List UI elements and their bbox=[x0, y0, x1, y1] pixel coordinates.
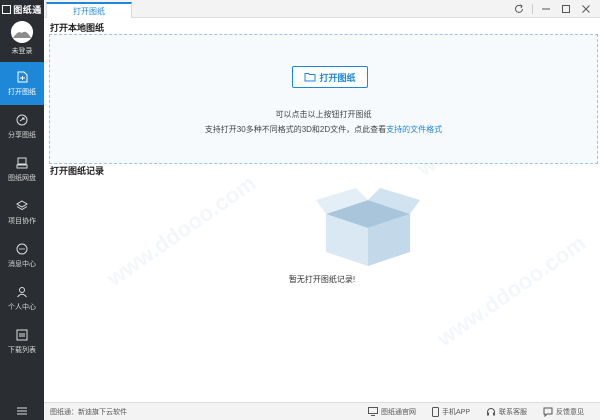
empty-box-illustration bbox=[316, 188, 420, 266]
open-drawing-button[interactable]: 打开图纸 bbox=[292, 66, 368, 88]
refresh-icon bbox=[515, 4, 523, 13]
refresh-button[interactable] bbox=[509, 2, 529, 16]
headset-icon bbox=[487, 407, 495, 415]
sidebar-item-label: 打开图纸 bbox=[8, 88, 36, 96]
maximize-button[interactable] bbox=[556, 2, 576, 16]
sidebar-item-label: 图纸网盘 bbox=[8, 174, 36, 182]
mobile-app-link[interactable]: 手机APP bbox=[431, 406, 470, 417]
sidebar-item-project-collab[interactable]: 项目协作 bbox=[0, 191, 44, 234]
sidebar-item-downloads[interactable]: 下载列表 bbox=[0, 320, 44, 363]
share-icon bbox=[16, 114, 28, 125]
monitor-icon bbox=[367, 407, 378, 416]
sidebar-item-label: 分享图纸 bbox=[8, 131, 36, 139]
folder-icon bbox=[304, 73, 316, 82]
sidebar-item-open-drawing[interactable]: 打开图纸 bbox=[0, 62, 44, 105]
hamburger-menu-icon bbox=[17, 407, 27, 415]
status-company-text: 图纸通：新迪旗下云软件 bbox=[50, 408, 127, 416]
close-button[interactable] bbox=[576, 2, 596, 16]
tab-bar: 打开图纸 bbox=[44, 0, 600, 18]
recent-drawings-title: 打开图纸记录 bbox=[50, 166, 105, 176]
logo-text: 图纸通 bbox=[13, 4, 42, 15]
tab-open-drawing[interactable]: 打开图纸 bbox=[46, 2, 132, 18]
status-bar: 图纸通：新迪旗下云软件 图纸通官网 手机APP 联系客服 反馈意见 bbox=[44, 402, 600, 420]
feedback-link[interactable]: 反馈意见 bbox=[543, 407, 584, 417]
local-drawings-title: 打开本地图纸 bbox=[50, 23, 105, 33]
website-link-label: 图纸通官网 bbox=[380, 408, 416, 416]
maximize-icon bbox=[562, 5, 570, 13]
logo-icon bbox=[2, 4, 12, 14]
mobile-app-link-label: 手机APP bbox=[441, 408, 470, 416]
user-area[interactable]: 未登录 bbox=[0, 18, 44, 62]
sidebar-item-label: 项目协作 bbox=[8, 217, 36, 225]
sidebar-item-cloud-drive[interactable]: 图纸网盘 bbox=[0, 148, 44, 191]
file-open-icon bbox=[17, 71, 27, 82]
sidebar-item-label: 消息中心 bbox=[8, 260, 36, 268]
sidebar-item-profile[interactable]: 个人中心 bbox=[0, 277, 44, 320]
sidebar-item-messages[interactable]: 消息中心 bbox=[0, 234, 44, 277]
window-controls bbox=[509, 2, 596, 16]
open-drawing-button-label: 打开图纸 bbox=[319, 72, 356, 83]
watermark: www.ddooo.com bbox=[432, 230, 591, 352]
phone-icon bbox=[431, 406, 439, 417]
supported-formats-link[interactable]: 支持的文件格式 bbox=[386, 125, 442, 134]
user-icon bbox=[17, 286, 27, 297]
separator bbox=[532, 4, 533, 14]
sidebar-item-label: 下载列表 bbox=[8, 346, 36, 354]
feedback-link-label: 反馈意见 bbox=[556, 408, 584, 416]
supported-formats-hint: 支持打开30多种不同格式的3D和2D文件，点此查看支持的文件格式 bbox=[50, 124, 597, 135]
message-icon bbox=[16, 243, 28, 254]
main-content: 多多软件站 www.ddooo.com www.ddooo.com www.dd… bbox=[44, 18, 600, 402]
minimize-icon bbox=[542, 8, 550, 10]
download-list-icon bbox=[16, 329, 28, 340]
supported-formats-prefix: 支持打开30多种不同格式的3D和2D文件，点此查看 bbox=[204, 125, 387, 134]
app-logo: 图纸通 bbox=[0, 0, 44, 18]
sidebar: 图纸通 未登录 打开图纸 分享图纸 图纸网盘 项目协作 消息中心 个人中心 下载… bbox=[0, 0, 44, 420]
minimize-button[interactable] bbox=[536, 2, 556, 16]
cloud-drive-icon bbox=[16, 157, 28, 168]
website-link[interactable]: 图纸通官网 bbox=[367, 407, 416, 417]
drop-zone[interactable]: 打开图纸 可以点击以上按钮打开图纸 支持打开30多种不同格式的3D和2D文件，点… bbox=[49, 34, 598, 164]
layers-icon bbox=[16, 199, 28, 210]
empty-records-text: 暂无打开图纸记录! bbox=[288, 275, 356, 284]
login-status-label[interactable]: 未登录 bbox=[12, 46, 33, 56]
close-icon bbox=[582, 5, 590, 13]
avatar[interactable] bbox=[11, 21, 33, 43]
customer-service-link[interactable]: 联系客服 bbox=[486, 407, 527, 417]
open-hint-text: 可以点击以上按钮打开图纸 bbox=[275, 110, 372, 119]
menu-button[interactable] bbox=[0, 402, 44, 420]
feedback-icon bbox=[543, 407, 553, 417]
customer-service-link-label: 联系客服 bbox=[499, 408, 527, 416]
avatar-icon bbox=[11, 21, 33, 43]
sidebar-item-share-drawing[interactable]: 分享图纸 bbox=[0, 105, 44, 148]
sidebar-item-label: 个人中心 bbox=[8, 303, 36, 311]
